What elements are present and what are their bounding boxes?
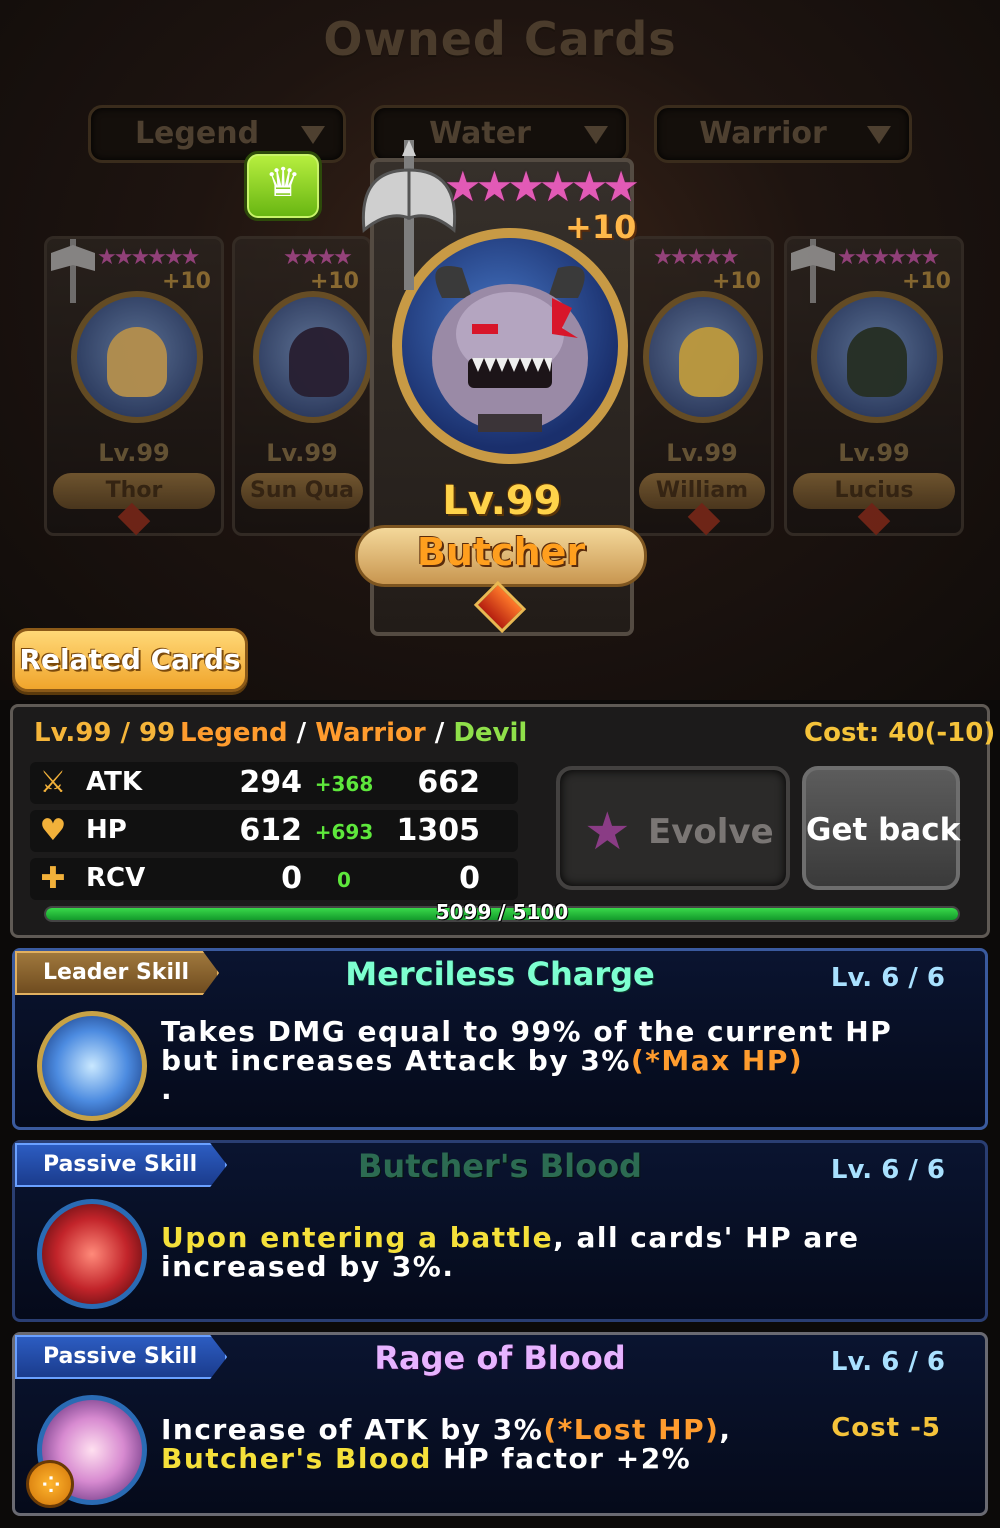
type-label: Devil: [453, 718, 528, 748]
selected-card-level: Lv.99: [442, 478, 562, 524]
stat-total: 0: [459, 861, 480, 896]
card-level: Lv.99: [838, 439, 910, 467]
rarity-stars: ★★★★★★: [444, 162, 640, 211]
passive-skill-tag: Passive Skill: [15, 1143, 228, 1187]
class-label: Warrior: [315, 718, 426, 748]
page-title: Owned Cards: [323, 12, 677, 66]
related-cards-label: Related Cards: [19, 643, 241, 676]
axe-icon: [51, 239, 95, 303]
plus-level: +10: [161, 269, 211, 294]
card-name: Sun Qua: [241, 473, 363, 509]
skill-level: Lv. 6 / 6: [830, 1155, 945, 1185]
skill-title: Merciless Charge: [345, 955, 655, 993]
skill-level: Lv. 6 / 6: [830, 963, 945, 993]
passive-skill-panel-1: Passive Skill Butcher's Blood Lv. 6 / 6 …: [12, 1140, 988, 1322]
evolve-button[interactable]: ★ Evolve: [556, 766, 790, 890]
stat-base: 294: [239, 765, 302, 800]
grid-menu-icon: ⁘: [37, 1466, 65, 1504]
cross-icon: ✚: [40, 861, 66, 896]
get-back-button[interactable]: Get back: [802, 766, 960, 890]
card-portrait: [71, 291, 203, 423]
skill-level: Lv. 6 / 6: [830, 1347, 945, 1377]
skill-description: Increase of ATK by 3%(*Lost HP), Butcher…: [161, 1415, 825, 1473]
desc-text: ,: [719, 1413, 732, 1446]
passive-skill-tag: Passive Skill: [15, 1335, 228, 1379]
card-portrait: [253, 291, 373, 423]
card-level: Lv.99: [666, 439, 738, 467]
stat-base: 0: [281, 861, 302, 896]
desc-text: .: [161, 1073, 174, 1106]
desc-text: HP factor +2%: [431, 1442, 692, 1475]
chevron-down-icon: [584, 126, 608, 144]
card-portrait: [643, 291, 763, 423]
card-name: Lucius: [793, 473, 955, 509]
stat-row-rcv: ✚ RCV 0 0 0: [30, 858, 518, 900]
skill-cost: Cost -5: [831, 1413, 941, 1443]
skill-orb-icon: [37, 1199, 147, 1309]
get-back-label: Get back: [806, 812, 961, 848]
chevron-down-icon: [301, 126, 325, 144]
skill-description: Takes DMG equal to 99% of the current HP…: [161, 1017, 945, 1104]
card-level-max: Lv.99 / 99: [34, 718, 176, 748]
separator: /: [287, 718, 316, 748]
desc-highlight: Butcher's Blood: [161, 1442, 432, 1475]
stat-total: 1305: [396, 813, 481, 848]
crown-icon: ♛: [265, 160, 301, 206]
sword-icon: ⚔: [39, 765, 67, 800]
passive-skill-panel-2: Passive Skill Rage of Blood Lv. 6 / 6 Co…: [12, 1332, 988, 1516]
skill-title: Butcher's Blood: [358, 1147, 642, 1185]
stat-row-hp: ♥ HP 612 +693 1305: [30, 810, 518, 852]
card-attributes: Legend / Warrior / Devil: [180, 718, 527, 748]
card-thumbnail-lucius[interactable]: ★★★★★★ +10 Lv.99 Lucius: [784, 236, 964, 536]
skill-orb-icon: [37, 1011, 147, 1121]
exp-progress-text: 5099 / 5100: [435, 900, 569, 924]
rarity-stars: ★★★★★★: [837, 245, 940, 270]
chevron-down-icon: [867, 126, 891, 144]
card-level: Lv.99: [266, 439, 338, 467]
rarity-label: Legend: [180, 718, 288, 748]
stat-row-atk: ⚔ ATK 294 +368 662: [30, 762, 518, 804]
star-icon: ★: [584, 802, 631, 862]
stat-total: 662: [417, 765, 480, 800]
plus-level: +10: [565, 208, 637, 246]
card-thumbnail-william[interactable]: ★★★★★ +10 Lv.99 William: [630, 236, 774, 536]
stat-label: RCV: [86, 863, 146, 893]
leader-skill-tag: Leader Skill: [15, 951, 220, 995]
skill-description: Upon entering a battle, all cards' HP ar…: [161, 1223, 945, 1281]
rarity-stars: ★★★★★★: [97, 245, 200, 270]
leader-skill-panel: Leader Skill Merciless Charge Lv. 6 / 6 …: [12, 948, 988, 1130]
crown-badge[interactable]: ♛: [244, 151, 322, 221]
plus-level: +10: [711, 269, 761, 294]
related-cards-button[interactable]: Related Cards: [12, 628, 248, 692]
stat-label: ATK: [86, 767, 142, 797]
class-filter-label: Warrior: [699, 116, 827, 151]
selected-card-name: Butcher: [416, 530, 586, 574]
rarity-stars: ★★★★: [283, 245, 353, 270]
separator: /: [425, 718, 454, 748]
evolve-label: Evolve: [648, 812, 774, 852]
card-cost: Cost: 40(-10): [804, 718, 996, 748]
card-thumbnail-thor[interactable]: ★★★★★★ +10 Lv.99 Thor: [44, 236, 224, 536]
grid-menu-button[interactable]: ⁘: [26, 1460, 74, 1508]
card-name: Thor: [53, 473, 215, 509]
desc-highlight: (*Max HP): [630, 1044, 804, 1077]
skill-title: Rage of Blood: [374, 1339, 626, 1377]
class-filter-dropdown[interactable]: Warrior: [654, 105, 912, 163]
axe-icon: [791, 239, 835, 303]
heart-icon: ♥: [39, 813, 67, 848]
stat-base: 612: [239, 813, 302, 848]
rarity-filter-label: Legend: [134, 116, 260, 151]
stat-label: HP: [86, 815, 127, 845]
plus-level: +10: [901, 269, 951, 294]
rarity-stars: ★★★★★: [653, 245, 740, 270]
card-level: Lv.99: [98, 439, 170, 467]
card-portrait: [811, 291, 943, 423]
